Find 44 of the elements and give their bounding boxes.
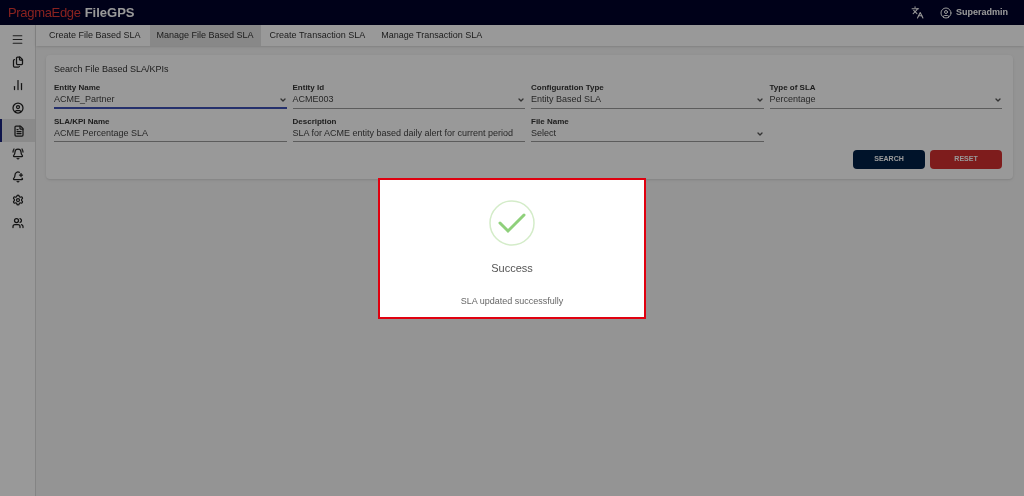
field-label: Type of SLA [769,82,817,93]
tab[interactable]: Manage File Based SLA [149,25,261,46]
field-value: ACME Percentage SLA [54,126,149,140]
bell-icon [11,147,24,160]
card-title: Search File Based SLA/KPIs [54,63,170,76]
user-menu[interactable]: Superadmin [940,5,1008,20]
user-circle-icon [11,101,24,114]
field-label: SLA/KPI Name [54,116,111,127]
select-field[interactable]: File Name Select [531,116,764,142]
field-value: SLA for ACME entity based daily alert for current period [292,126,514,140]
sidebar-item[interactable] [0,119,35,142]
document-icon [12,124,25,137]
user-avatar-icon [940,6,952,19]
checkmark-icon [489,200,535,246]
settings-icon [11,193,24,206]
select-field[interactable]: Configuration Type Entity Based SLA [531,82,764,109]
field-value: Percentage [769,92,816,106]
field-label: Configuration Type [531,82,605,93]
bar-chart-icon [11,78,24,91]
tab[interactable]: Manage Transaction SLA [374,25,490,46]
tab[interactable]: Create Transaction SLA [262,25,373,46]
select-field[interactable]: Type of SLA Percentage [769,82,1002,109]
field-value: ACME003 [292,92,334,106]
field-value: Select [531,126,556,140]
brand-logo: PragmaEdge [8,3,81,22]
field-label: Entity Id [292,82,326,93]
people-icon [11,216,24,229]
translate-icon[interactable] [911,6,924,19]
field-value: ACME_Partner [54,92,115,106]
select-field[interactable]: Entity Name ACME_Partner [54,82,287,109]
dialog-title: Success [491,261,533,276]
input-field[interactable]: Description SLA for ACME entity based daily alert for current period [292,116,525,142]
product-name: FileGPS [84,3,135,22]
field-value: Entity Based SLA [531,92,602,106]
menu-icon[interactable] [11,33,24,46]
field-label: File Name [531,116,570,127]
files-icon [11,55,24,68]
bell-plus-icon [11,170,24,183]
tab[interactable]: Create File Based SLA [42,25,148,46]
dialog-message: SLA updated successfully [460,294,564,308]
field-label: Entity Name [54,82,102,93]
input-field[interactable]: SLA/KPI Name ACME Percentage SLA [54,116,287,142]
field-label: Description [292,116,338,127]
select-field[interactable]: Entity Id ACME003 [292,82,525,109]
